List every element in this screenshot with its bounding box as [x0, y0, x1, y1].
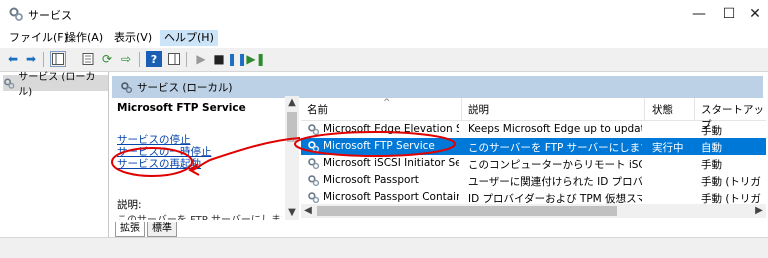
selected-service-name: Microsoft FTP Service [117, 102, 246, 114]
service-gear-icon [308, 141, 320, 153]
help-icon[interactable]: ? [146, 51, 162, 67]
menu-help[interactable]: ヘルプ(H) [160, 30, 218, 46]
services-gear-icon [121, 81, 133, 93]
list-item[interactable]: Microsoft iSCSI Initiator Servi... このコンピュ… [301, 155, 766, 172]
menu-view[interactable]: 表示(V) [110, 30, 156, 46]
console-tree-icon[interactable] [50, 51, 66, 67]
service-description-cell: このサーバーを FTP サーバーにします。この... [468, 142, 642, 154]
column-name[interactable]: 名前 [307, 102, 328, 117]
toolbar-separator [43, 52, 44, 67]
hscroll-thumb[interactable] [317, 206, 617, 216]
view-tabs: 拡張 標準 [109, 222, 768, 237]
service-name-cell: Microsoft Passport [323, 174, 419, 186]
vertical-scrollbar[interactable]: ▲ ▼ [285, 96, 299, 220]
toolbar: ⬅ ➡ ⟳ ⇨ ? ▶ ■ ❚❚ ▶❚ [0, 48, 768, 72]
service-startup-cell: 手動 [701, 125, 722, 137]
restart-service-link[interactable]: サービスの再起動 [117, 156, 201, 171]
service-startup-cell: 手動 (トリガ [701, 176, 761, 188]
description-label: 説明: [117, 199, 142, 211]
properties-glyph [82, 53, 94, 65]
services-gear-icon [9, 7, 23, 21]
list-item[interactable]: Microsoft FTP Service このサーバーを FTP サーバーにしま… [301, 138, 766, 155]
console-tree: サービス (ローカル) [0, 72, 109, 237]
menu-action[interactable]: 操作(A) [61, 30, 107, 46]
column-separator[interactable] [461, 98, 462, 120]
tab-extended[interactable]: 拡張 [115, 222, 145, 237]
scroll-up-icon[interactable]: ▲ [285, 96, 299, 110]
back-icon[interactable]: ⬅ [5, 51, 21, 67]
toolbar-separator [139, 52, 140, 67]
main-header: サービス (ローカル) [112, 76, 763, 98]
scroll-down-icon[interactable]: ▼ [285, 206, 299, 220]
close-icon: ✕ [749, 6, 761, 22]
main-header-label: サービス (ローカル) [137, 81, 233, 94]
toolbar-separator [186, 52, 187, 67]
service-name-cell: Microsoft Edge Elevation Ser... [323, 123, 459, 135]
list-header: 名前 ^ 説明 状態 スタートアップ [301, 98, 766, 131]
service-name-cell: Microsoft FTP Service [323, 140, 435, 152]
list-item[interactable]: Microsoft Passport ユーザーに関連付けられた ID プロバイダ.… [301, 172, 766, 189]
service-startup-cell: 自動 [701, 142, 722, 154]
column-separator[interactable] [644, 98, 645, 120]
scroll-left-icon[interactable]: ◀ [301, 204, 315, 218]
title-bar: サービス — ☐ ✕ [0, 0, 768, 28]
services-gear-icon [4, 78, 15, 89]
service-description-cell: このコンピューターからリモート iSCSI ターゲ... [468, 159, 642, 171]
service-status-cell: 実行中 [652, 142, 684, 154]
horizontal-scrollbar[interactable]: ◀ ▶ [301, 204, 766, 218]
scroll-thumb[interactable] [287, 112, 297, 142]
window-title: サービス [28, 9, 72, 22]
tab-standard[interactable]: 標準 [147, 222, 177, 237]
list-item[interactable]: Microsoft Edge Elevation Ser... Keeps Mic… [301, 121, 766, 138]
service-gear-icon [308, 158, 320, 170]
tree-item-label: サービス (ローカル) [18, 72, 96, 98]
status-bar [0, 237, 768, 258]
close-button[interactable]: ✕ [722, 0, 768, 28]
pause-icon[interactable]: ❚❚ [227, 51, 247, 67]
menu-bar: ファイル(F) 操作(A) 表示(V) ヘルプ(H) [0, 28, 768, 48]
service-gear-icon [308, 124, 320, 136]
service-startup-cell: 手動 [701, 159, 722, 171]
column-status[interactable]: 状態 [652, 102, 673, 117]
service-name-cell: Microsoft iSCSI Initiator Servi... [323, 157, 459, 169]
properties-icon[interactable] [80, 51, 96, 67]
console-tree-glyph [52, 53, 64, 65]
sort-indicator-icon: ^ [383, 98, 391, 108]
scroll-right-icon[interactable]: ▶ [752, 204, 766, 218]
description-pane: Microsoft FTP Service サービスの停止 サービスの一時停止 … [109, 98, 289, 222]
show-hide-glyph [168, 53, 180, 65]
service-gear-icon [308, 192, 320, 204]
service-description-cell: Keeps Microsoft Edge up to update... [468, 123, 642, 135]
main-pane: サービス (ローカル) Microsoft FTP Service サービスの停… [109, 72, 768, 237]
forward-icon[interactable]: ➡ [23, 51, 39, 67]
restart-icon[interactable]: ▶❚ [246, 51, 265, 67]
export-icon[interactable]: ⇨ [118, 51, 134, 67]
column-separator[interactable] [694, 98, 695, 120]
service-gear-icon [308, 175, 320, 187]
column-description[interactable]: 説明 [468, 102, 489, 117]
stop-icon[interactable]: ■ [211, 51, 227, 67]
refresh-icon[interactable]: ⟳ [99, 51, 115, 67]
description-text: このサーバーを FTP サーバーにします。このサーバー [117, 211, 282, 220]
service-name-cell: Microsoft Passport Container [323, 191, 459, 203]
service-description-cell: ユーザーに関連付けられた ID プロバイダ... [468, 176, 642, 188]
tree-item-services-local[interactable]: サービス (ローカル) [3, 72, 108, 98]
show-hide-icon[interactable] [166, 51, 182, 67]
start-icon[interactable]: ▶ [193, 51, 209, 67]
